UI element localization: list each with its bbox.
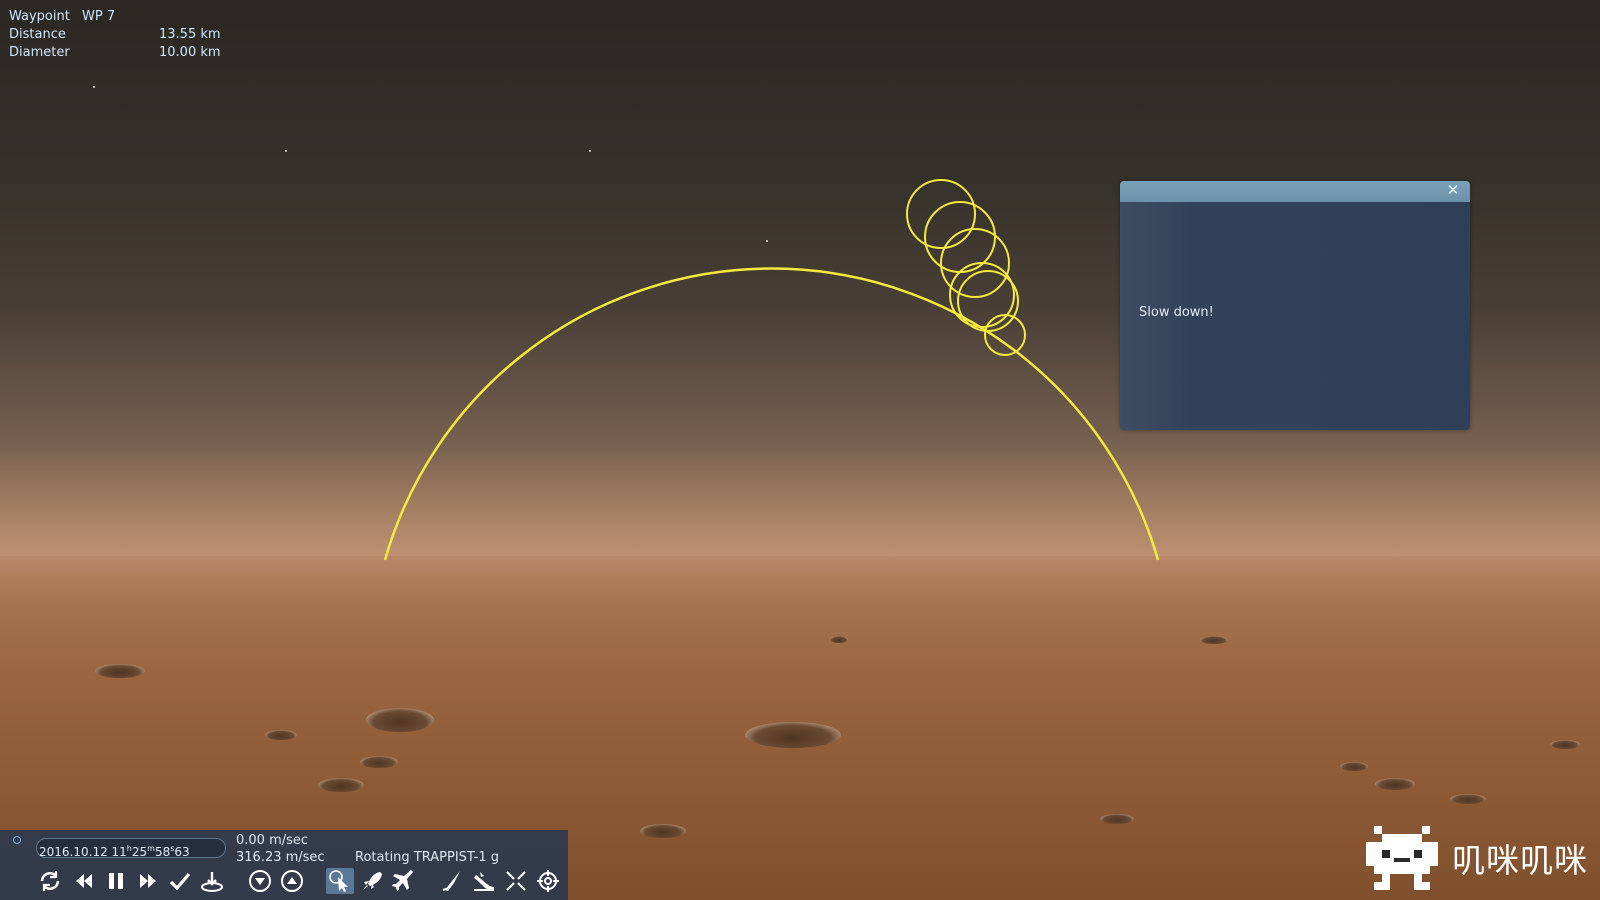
waypoint-value: WP 7 bbox=[82, 9, 116, 24]
message-dialog: ✕ Slow down! bbox=[1120, 181, 1470, 430]
close-icon[interactable]: ✕ bbox=[1446, 183, 1460, 198]
watermark: 叽咪叽咪 bbox=[1366, 826, 1600, 890]
date-text: 2016.10.12 11 bbox=[39, 845, 127, 859]
check-icon[interactable] bbox=[166, 868, 194, 894]
waypoint-ring-small bbox=[906, 179, 976, 249]
dialog-message: Slow down! bbox=[1139, 305, 1214, 320]
distance-label: Distance bbox=[9, 27, 66, 42]
camera-mode: Rotating TRAPPIST-1 g bbox=[355, 850, 499, 865]
plane-icon[interactable] bbox=[390, 868, 418, 894]
watermark-text: 叽咪叽咪 bbox=[1452, 841, 1588, 880]
fast-forward-icon[interactable] bbox=[134, 868, 162, 894]
rocket-icon[interactable] bbox=[358, 868, 386, 894]
waypoint-ring bbox=[383, 267, 1160, 561]
diameter-value: 10.00 km bbox=[159, 45, 221, 60]
ramp-icon[interactable] bbox=[470, 868, 498, 894]
refresh-icon[interactable] bbox=[36, 868, 64, 894]
land-icon[interactable] bbox=[198, 868, 226, 894]
diameter-label: Diameter bbox=[9, 45, 70, 60]
date-time-field[interactable]: 2016.10.12 11h25m58s63 bbox=[36, 838, 226, 859]
velocity: 316.23 m/sec bbox=[236, 850, 325, 865]
launch-icon[interactable] bbox=[438, 868, 466, 894]
indicator-dot-icon[interactable] bbox=[13, 836, 21, 844]
waypoint-ring-small bbox=[924, 201, 996, 273]
waypoint-ring-small bbox=[957, 270, 1019, 332]
select-icon[interactable] bbox=[326, 868, 354, 894]
minute-unit: m bbox=[147, 844, 155, 853]
waypoint-overlay bbox=[383, 179, 1160, 561]
distance-value: 13.55 km bbox=[159, 27, 221, 42]
target-icon[interactable] bbox=[534, 868, 562, 894]
second-text: 58 bbox=[154, 845, 171, 859]
waypoint-info: Waypoint WP 7 Distance 13.55 km Diameter… bbox=[9, 8, 221, 62]
time-speed: 0.00 m/sec bbox=[236, 833, 309, 848]
waypoint-label: Waypoint bbox=[9, 9, 70, 24]
rewind-icon[interactable] bbox=[70, 868, 98, 894]
time-control-toolbar: 2016.10.12 11h25m58s63 0.00 m/sec 316.23… bbox=[0, 830, 568, 900]
descend-icon[interactable] bbox=[246, 868, 274, 894]
collapse-icon[interactable] bbox=[502, 868, 530, 894]
pause-icon[interactable] bbox=[102, 868, 130, 894]
dialog-titlebar[interactable]: ✕ bbox=[1120, 181, 1470, 202]
minute-text: 25 bbox=[131, 845, 148, 859]
fraction-text: 63 bbox=[174, 845, 190, 859]
pixel-mascot-icon bbox=[1366, 826, 1438, 890]
ascend-icon[interactable] bbox=[278, 868, 306, 894]
